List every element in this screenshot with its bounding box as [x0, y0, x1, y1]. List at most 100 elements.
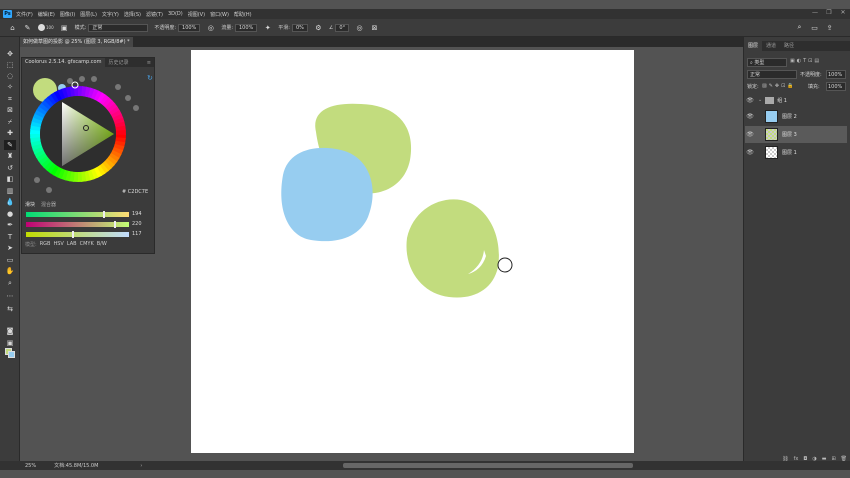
eraser-tool-icon[interactable]: ◧	[4, 174, 16, 184]
layer-row[interactable]: 👁 图层 1	[745, 144, 847, 161]
brush-tool-icon[interactable]: ✎	[4, 140, 16, 150]
zoom-tool-icon[interactable]: ⌕	[4, 278, 16, 288]
layer-name[interactable]: 图层 3	[782, 131, 797, 138]
quick-mask-icon[interactable]: ◙	[4, 326, 16, 336]
tab-paths[interactable]: 路径	[780, 41, 798, 51]
airbrush-icon[interactable]: ✦	[263, 23, 272, 32]
brush-preset-icon-1[interactable]	[67, 78, 73, 84]
pen-tool-icon[interactable]: ✒	[4, 220, 16, 230]
symmetry-icon[interactable]: ⊠	[370, 23, 379, 32]
brush-preset-icon-5[interactable]	[125, 95, 131, 101]
lasso-tool-icon[interactable]: ◌	[4, 71, 16, 81]
dodge-tool-icon[interactable]: ●	[4, 209, 16, 219]
marquee-tool-icon[interactable]: ⬚	[4, 60, 16, 70]
eye-icon[interactable]: 👁	[745, 131, 755, 138]
rectangle-tool-icon[interactable]: ▭	[4, 255, 16, 265]
mode-bw[interactable]: B/W	[97, 241, 107, 248]
path-select-tool-icon[interactable]: ➤	[4, 243, 16, 253]
horizontal-scrollbar[interactable]	[343, 463, 633, 468]
screen-mode-icon[interactable]: ▣	[4, 338, 16, 348]
eye-icon[interactable]: 👁	[745, 149, 755, 156]
slider-g-value[interactable]: 220	[132, 221, 142, 227]
swap-colors-icon[interactable]: ⇆	[4, 304, 16, 314]
eye-icon[interactable]: 👁	[745, 97, 755, 104]
type-tool-icon[interactable]: T	[4, 232, 16, 242]
hex-color-label[interactable]: # C2DC7E	[122, 189, 148, 195]
menu-type[interactable]: 文字(Y)	[102, 11, 119, 18]
menu-layer[interactable]: 图层(L)	[80, 11, 97, 18]
workspace-icon[interactable]: ▭	[810, 23, 819, 32]
menu-file[interactable]: 文件(F)	[16, 11, 33, 18]
layer-opacity-field[interactable]: 100%	[826, 70, 846, 79]
blend-mode-select[interactable]: 正常	[747, 70, 797, 79]
layer-name[interactable]: 图层 2	[782, 113, 797, 120]
wheel-rotate-icon[interactable]	[46, 187, 52, 193]
layer-filter-select[interactable]: ⌕ 类型	[747, 58, 787, 67]
layer-filter-icons[interactable]: ▣◐T⊡▤	[790, 58, 821, 64]
tab-history[interactable]: 历史记录	[105, 59, 133, 66]
slider-r[interactable]: 194	[26, 211, 152, 218]
minimize-button[interactable]: —	[808, 9, 822, 16]
panel-menu-icon[interactable]: ≡	[147, 60, 151, 66]
background-color-swatch[interactable]	[8, 351, 15, 358]
brush-preset-picker[interactable]: 100	[38, 24, 54, 31]
mode-select[interactable]: 正常	[88, 23, 149, 32]
menu-select[interactable]: 选择(S)	[124, 11, 141, 18]
layer-name[interactable]: 图层 1	[782, 149, 797, 156]
slider-b[interactable]: 117	[26, 231, 152, 238]
brush-preset-icon-2[interactable]	[79, 76, 85, 82]
menu-3d[interactable]: 3D(D)	[168, 11, 183, 17]
menu-help[interactable]: 帮助(H)	[234, 11, 252, 18]
home-icon[interactable]: ⌂	[8, 23, 17, 32]
mode-hsv[interactable]: HSV	[53, 241, 63, 248]
more-tools-icon[interactable]: ⋯	[4, 291, 16, 301]
quick-select-tool-icon[interactable]: ✧	[4, 82, 16, 92]
pressure-opacity-icon[interactable]: ◎	[206, 23, 215, 32]
move-tool-icon[interactable]: ✥	[4, 49, 16, 59]
close-button[interactable]: ✕	[836, 9, 850, 16]
hand-tool-icon[interactable]: ✋	[4, 266, 16, 276]
flow-field[interactable]: 100%	[235, 23, 258, 32]
opacity-field[interactable]: 100%	[178, 23, 201, 32]
layer-row-selected[interactable]: 👁 图层 3	[745, 126, 847, 143]
menu-filter[interactable]: 滤镜(T)	[146, 11, 163, 18]
slider-b-value[interactable]: 117	[132, 231, 142, 237]
crop-tool-icon[interactable]: ⌗	[4, 94, 16, 104]
share-icon[interactable]: ⇪	[825, 23, 834, 32]
menu-view[interactable]: 视图(V)	[188, 11, 205, 18]
menu-image[interactable]: 图像(I)	[60, 11, 75, 18]
smoothing-settings-icon[interactable]: ⚙	[314, 23, 323, 32]
search-icon[interactable]: ⌕	[795, 23, 804, 32]
brush-preset-icon-6[interactable]	[133, 105, 139, 111]
layer-row[interactable]: 👁 图层 2	[745, 108, 847, 125]
gradient-tool-icon[interactable]: ▥	[4, 186, 16, 196]
mode-rgb[interactable]: RGB	[40, 241, 51, 248]
slider-b-thumb[interactable]	[72, 231, 75, 238]
refresh-icon[interactable]: ↻	[147, 74, 153, 82]
canvas[interactable]	[191, 50, 634, 453]
blur-tool-icon[interactable]: 💧	[4, 197, 16, 207]
clone-stamp-tool-icon[interactable]: ♜	[4, 151, 16, 161]
slider-g[interactable]: 220	[26, 221, 152, 228]
zoom-level[interactable]: 25%	[25, 463, 36, 469]
slider-r-value[interactable]: 194	[132, 211, 142, 217]
history-brush-tool-icon[interactable]: ↺	[4, 163, 16, 173]
mode-cmyk[interactable]: CMYK	[80, 241, 94, 248]
color-wheel-area[interactable]: ↻	[22, 68, 154, 200]
slider-g-thumb[interactable]	[113, 221, 116, 228]
tab-sliders[interactable]: 滑块	[25, 201, 35, 208]
lock-icons[interactable]: ▨✎✥⊡🔒	[762, 83, 796, 89]
angle-field[interactable]: 0°	[335, 23, 350, 32]
layer-group-row[interactable]: 👁 ⌄ 组 1	[745, 94, 847, 106]
wheel-mode-icon[interactable]	[34, 177, 40, 183]
eyedropper-tool-icon[interactable]: ⌿	[4, 117, 16, 127]
fill-field[interactable]: 100%	[826, 82, 846, 91]
group-name[interactable]: 组 1	[777, 97, 787, 104]
document-info[interactable]: 文档:45.8M/15.0M	[54, 462, 98, 469]
menu-edit[interactable]: 编辑(E)	[38, 11, 55, 18]
document-tab[interactable]: 如何做草图的投影 @ 25% (图层 3, RGB/8#) *	[20, 37, 133, 47]
tab-mixer[interactable]: 混合器	[41, 201, 56, 208]
smoothing-field[interactable]: 0%	[291, 23, 308, 32]
tab-layers[interactable]: 图层	[744, 41, 763, 51]
tab-coolorus[interactable]: Coolorus 2.5.14. gfxcamp.com	[22, 58, 105, 67]
